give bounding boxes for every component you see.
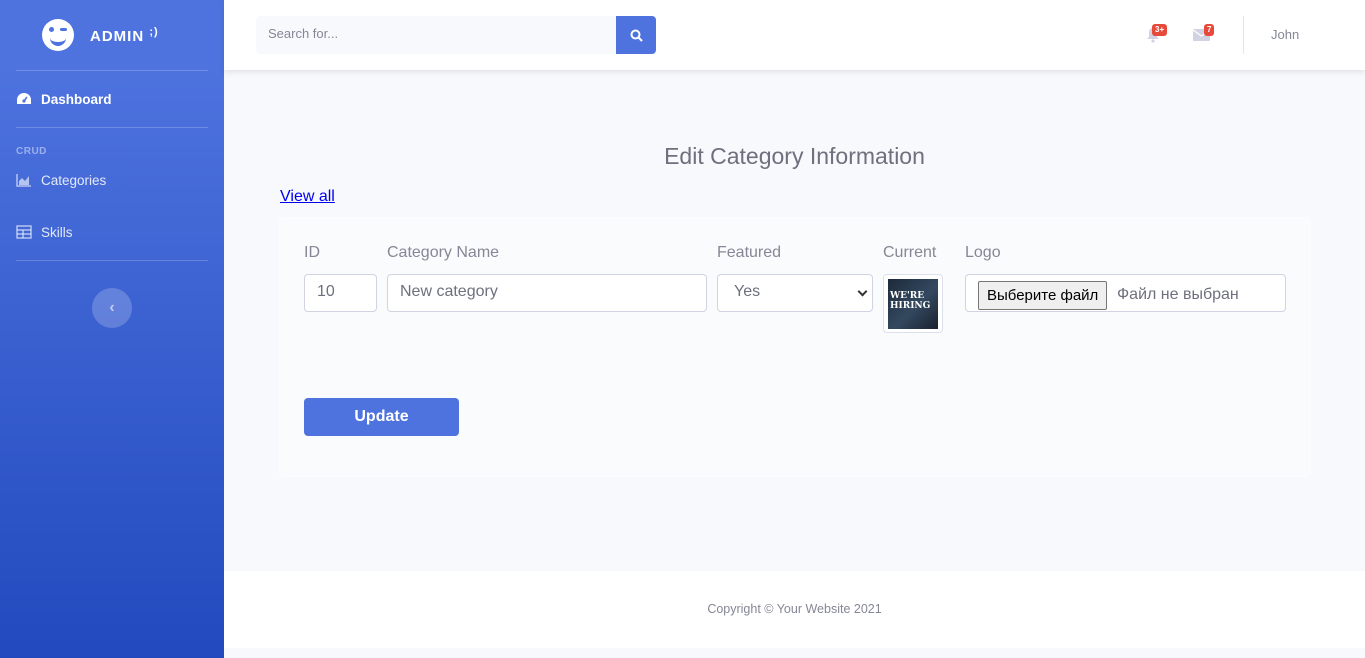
footer: Copyright © Your Website 2021 [224,571,1365,648]
chevron-left-icon: ‹ [109,299,115,316]
messages-dropdown[interactable]: 7 [1192,24,1215,47]
id-label: ID [304,244,320,261]
page-title: Edit Category Information [664,143,925,169]
search-button[interactable] [616,16,656,54]
laugh-wink-icon [42,19,74,51]
chevron-down-icon [857,286,868,297]
id-field[interactable]: 10 [304,274,377,312]
messages-badge: 7 [1204,24,1215,36]
update-button[interactable]: Update [304,398,459,436]
sidebar-toggle-button[interactable]: ‹ [92,288,132,328]
choose-file-button[interactable]: Выберите файл [978,281,1108,310]
current-logo-thumbnail: WE'RE HIRING [883,274,943,333]
alerts-badge: 3+ [1152,24,1168,36]
sidebar-heading: CRUD [16,146,47,157]
sidebar-item-label: Skills [41,224,73,240]
sidebar: ADMIN ;) Dashboard CRUD Categories Skill… [0,0,224,658]
sidebar-item-categories[interactable]: Categories [0,164,224,196]
sidebar-item-label: Categories [41,172,107,188]
table-icon [16,225,32,239]
sidebar-brand[interactable]: ADMIN ;) [0,0,224,70]
current-logo-image: WE'RE HIRING [888,279,938,329]
search-input[interactable]: Search for... [256,16,616,54]
featured-select[interactable]: Yes [717,274,873,312]
tachometer-icon [17,93,31,104]
logo-label: Logo [965,244,1001,261]
sidebar-item-dashboard[interactable]: Dashboard [0,71,224,127]
user-menu[interactable]: John [1271,27,1299,42]
file-status-text: Файл не выбран [1117,286,1239,303]
sidebar-divider [16,260,208,261]
view-all-link[interactable]: View all [280,188,335,206]
featured-select-value: Yes [734,283,761,300]
search-icon [630,29,643,42]
sidebar-item-skills[interactable]: Skills [0,204,224,260]
category-name-field[interactable]: New category [387,274,707,312]
current-label: Current [883,244,937,261]
topbar: Search for... 3+ 7 John [224,0,1365,70]
brand-name: ADMIN [90,27,145,45]
brand-suffix: ;) [149,25,159,38]
category-name-label: Category Name [387,244,500,261]
chart-area-icon [16,174,31,187]
topbar-divider [1243,16,1244,54]
alerts-dropdown[interactable]: 3+ [1146,24,1168,48]
sidebar-item-label: Dashboard [41,91,112,107]
copyright-text: Copyright © Your Website 2021 [707,602,882,616]
featured-label: Featured [717,244,782,261]
current-logo-image-text: WE'RE HIRING [890,291,931,311]
